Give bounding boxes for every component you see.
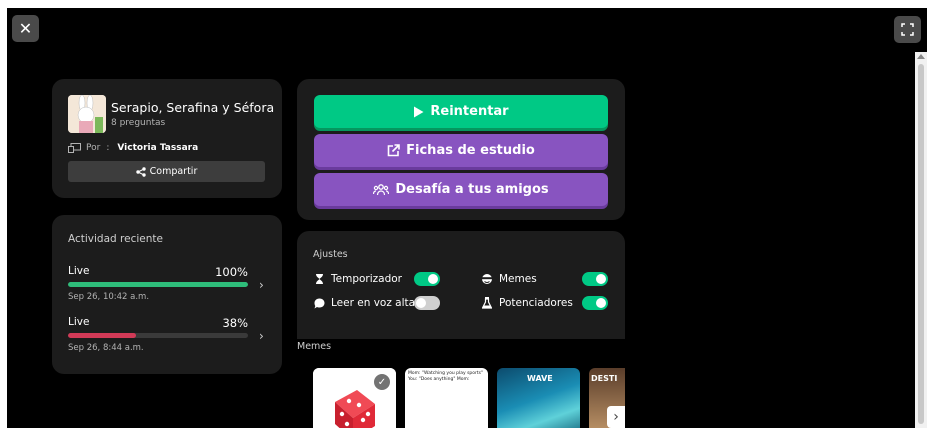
share-icon <box>135 166 146 177</box>
activity-item[interactable]: Live 100% Sep 26, 10:42 a.m. › <box>68 265 268 305</box>
users-icon <box>373 183 390 195</box>
setting-powerups-label: Potenciadores <box>499 297 573 309</box>
author-row: Por : Victoria Tassara <box>68 143 198 153</box>
setting-read-aloud: Leer en voz alta <box>313 295 415 311</box>
scrollbar-thumb[interactable] <box>918 64 924 424</box>
chevron-right-icon: › <box>259 329 264 343</box>
recent-activity-panel: Actividad reciente Live 100% Sep 26, 10:… <box>52 215 282 374</box>
memes-toggle[interactable] <box>582 272 608 286</box>
flashcards-label: Fichas de estudio <box>406 143 535 158</box>
quiz-info-panel: Serapio, Serafina y Séfora 8 preguntas P… <box>52 79 282 198</box>
share-label: Compartir <box>149 166 198 177</box>
fullscreen-button[interactable] <box>894 16 921 43</box>
meme-card[interactable]: ✓ <box>313 368 396 428</box>
close-button[interactable]: ✕ <box>12 15 39 42</box>
activity-label: Live <box>68 316 90 328</box>
meme-card[interactable]: WAVE <box>497 368 580 428</box>
speech-icon <box>313 297 325 309</box>
settings-panel: Ajustes Temporizador Memes Leer en voz a… <box>297 231 625 339</box>
recent-activity-title: Actividad reciente <box>68 233 163 245</box>
activity-progress-track <box>68 282 248 287</box>
timer-icon <box>313 273 325 285</box>
activity-progress-fill <box>68 282 248 287</box>
activity-date: Sep 26, 8:44 a.m. <box>68 343 144 353</box>
powerups-icon <box>481 297 493 309</box>
setting-memes: Memes <box>481 271 537 287</box>
activity-item[interactable]: Live 38% Sep 26, 8:44 a.m. › <box>68 316 268 356</box>
scrollbar[interactable] <box>915 52 927 428</box>
flashcards-button[interactable]: Fichas de estudio <box>314 134 608 167</box>
challenge-friends-button[interactable]: Desafía a tus amigos <box>314 173 608 206</box>
author-icon <box>68 143 81 153</box>
quiz-title: Serapio, Serafina y Séfora <box>111 100 275 115</box>
author-separator: : <box>106 143 110 153</box>
close-icon: ✕ <box>18 19 33 38</box>
fullscreen-icon <box>901 23 914 36</box>
actions-panel: Reintentar Fichas de estudio Desafía a t… <box>297 79 625 220</box>
setting-memes-label: Memes <box>499 273 537 285</box>
meme-caption: DESTI <box>591 374 618 383</box>
retry-label: Reintentar <box>430 104 509 119</box>
meme-caption: WAVE <box>527 374 553 383</box>
chevron-right-icon: › <box>259 278 264 292</box>
meme-caption: Mom: "Watching you play sports" You: "Do… <box>408 371 484 382</box>
setting-powerups: Potenciadores <box>481 295 573 311</box>
setting-timer: Temporizador <box>313 271 402 287</box>
setting-read-aloud-label: Leer en voz alta <box>331 297 416 309</box>
settings-title: Ajustes <box>313 249 348 260</box>
play-icon <box>414 106 424 117</box>
scroll-up-arrow-icon[interactable] <box>917 54 925 59</box>
retry-button[interactable]: Reintentar <box>314 95 608 128</box>
quiz-summary-stage: ✕ Serapio, Serafina y Séfora 8 preguntas <box>7 8 927 428</box>
setting-timer-label: Temporizador <box>331 273 402 285</box>
memes-icon <box>481 273 493 285</box>
author-prefix: Por <box>86 143 101 153</box>
share-button[interactable]: Compartir <box>68 161 265 182</box>
selected-check-icon: ✓ <box>373 373 391 391</box>
timer-toggle[interactable] <box>414 272 440 286</box>
external-link-icon <box>387 144 400 157</box>
activity-progress-track <box>68 333 248 338</box>
author-name[interactable]: Victoria Tassara <box>117 143 198 153</box>
chevron-right-icon: › <box>613 409 619 425</box>
quiz-thumbnail <box>68 95 106 133</box>
activity-date: Sep 26, 10:42 a.m. <box>68 292 150 302</box>
activity-progress-fill <box>68 333 137 338</box>
activity-percent: 100% <box>215 265 248 279</box>
meme-card[interactable]: Mom: "Watching you play sports" You: "Do… <box>405 368 488 428</box>
memes-carousel: ✓ Mom: "Watching you play sports" You: "… <box>313 368 625 428</box>
carousel-next-button[interactable]: › <box>607 406 625 428</box>
read-aloud-toggle[interactable] <box>414 296 440 310</box>
activity-label: Live <box>68 265 90 277</box>
activity-percent: 38% <box>222 316 248 330</box>
memes-section-title: Memes <box>297 341 332 352</box>
powerups-toggle[interactable] <box>582 296 608 310</box>
question-count: 8 preguntas <box>111 118 166 128</box>
challenge-label: Desafía a tus amigos <box>395 182 549 197</box>
